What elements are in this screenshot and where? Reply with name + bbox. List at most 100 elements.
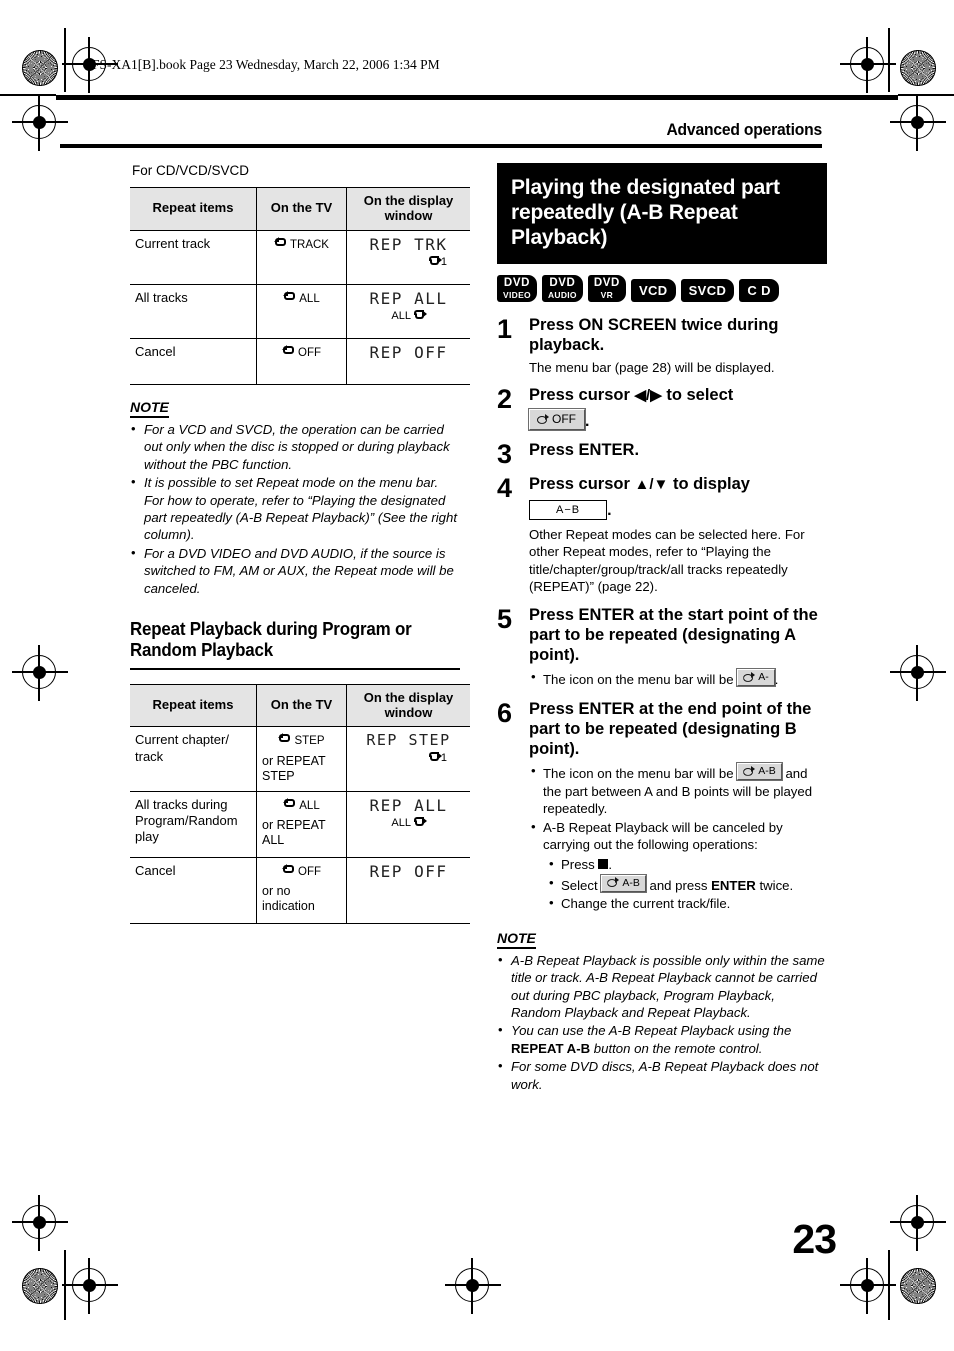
step-4: 4 Press cursor ▲/▼ to display A−B. Other… bbox=[497, 474, 827, 595]
note-item: For some DVD discs, A-B Repeat Playback … bbox=[497, 1057, 827, 1093]
lcd-line-1: REP OFF bbox=[369, 342, 448, 362]
step-3: 3 Press ENTER. bbox=[497, 440, 827, 468]
repeat-loop-icon bbox=[536, 413, 549, 425]
badge-vcd: VCD bbox=[630, 279, 676, 303]
registration-mark-bottom-right bbox=[840, 1258, 896, 1314]
lcd-line-1: REP STEP bbox=[366, 731, 451, 750]
cd-table-caption: For CD/VCD/SVCD bbox=[132, 163, 250, 178]
moire-target-top-left bbox=[22, 50, 58, 86]
step-body: Press ENTER at the start point of the pa… bbox=[529, 605, 827, 690]
cell-display-window: REP STEP 1 bbox=[346, 726, 470, 792]
trim-mark-top-left-h bbox=[0, 94, 56, 96]
step-body: Press cursor ▲/▼ to display A−B. Other R… bbox=[529, 474, 827, 595]
note-item: A-B Repeat Playback is possible only wit… bbox=[497, 951, 827, 1022]
badge-dvd-audio: DVD AUDIO bbox=[541, 275, 583, 303]
menu-chip-ab-select[interactable]: A-B bbox=[600, 873, 647, 893]
tv-sub-label: or no indication bbox=[262, 884, 315, 914]
cell-display-window: REP TRK 1 bbox=[346, 229, 470, 285]
cell-display-window: REP OFF bbox=[346, 337, 470, 385]
header-rule bbox=[60, 144, 822, 148]
mini-repeat-icon bbox=[413, 310, 427, 321]
bullet-item: A-B Repeat Playback will be canceled by … bbox=[529, 818, 827, 854]
col-header-on-the-tv: On the TV bbox=[256, 187, 347, 231]
col-header-on-the-tv: On the TV bbox=[256, 683, 347, 728]
step-title: Press ON SCREEN twice during playback. bbox=[529, 316, 779, 355]
trim-mark-left-bottom bbox=[64, 1250, 66, 1320]
menu-chip-ab-point[interactable]: A-B bbox=[736, 762, 783, 782]
step-chip-row: A−B. bbox=[529, 499, 827, 520]
registration-mark-bottom-center bbox=[445, 1258, 501, 1314]
bullet-item: The icon on the menu bar will be A-B and… bbox=[529, 762, 827, 818]
page-number: 23 bbox=[792, 1216, 837, 1262]
menu-chip-a-b[interactable]: A−B bbox=[529, 499, 608, 520]
cell-on-the-tv: TRACK bbox=[256, 229, 347, 285]
step-5: 5 Press ENTER at the start point of the … bbox=[497, 605, 827, 690]
repeat-loop-icon bbox=[282, 344, 297, 357]
repeat-loop-icon bbox=[742, 671, 756, 683]
step-number: 5 bbox=[497, 603, 513, 634]
tv-label: ALL bbox=[299, 292, 320, 305]
right-column: Playing the designated part repeatedly (… bbox=[497, 163, 827, 1094]
lcd-line-2: ALL bbox=[352, 310, 465, 324]
badge-svcd: SVCD bbox=[680, 279, 735, 303]
badge-cd: C D bbox=[739, 279, 779, 303]
cell-repeat-item: All tracks bbox=[130, 283, 257, 339]
step-number: 4 bbox=[497, 473, 513, 504]
registration-mark-right-upper bbox=[890, 95, 946, 151]
repeat-loop-icon bbox=[283, 797, 298, 810]
cursor-left-right-arrows: ◀/▶ bbox=[634, 387, 662, 405]
cell-repeat-item: Current chapter/ track bbox=[130, 726, 257, 792]
table-header-row: Repeat items On the TV On the display wi… bbox=[130, 683, 470, 728]
moire-target-top-right bbox=[900, 50, 936, 86]
note-title: NOTE bbox=[497, 930, 536, 949]
step-number: 6 bbox=[497, 697, 513, 728]
note-block-left: NOTE For a VCD and SVCD, the operation c… bbox=[130, 399, 460, 597]
tv-label: TRACK bbox=[290, 238, 329, 251]
left-column: For CD/VCD/SVCD Repeat items On the TV O… bbox=[130, 163, 470, 924]
trim-mark-top-right-h bbox=[898, 94, 954, 96]
cell-on-the-tv: STEP or REPEAT STEP bbox=[256, 726, 347, 792]
trim-mark-right-top bbox=[888, 28, 890, 92]
step-body: Press ON SCREEN twice during playback. T… bbox=[529, 315, 827, 376]
table-row: Current track TRACK REP TRK 1 bbox=[130, 229, 470, 285]
repeat-loop-icon bbox=[282, 863, 297, 876]
table-row: All tracks during Program/Random play AL… bbox=[130, 790, 470, 858]
repeat-loop-icon bbox=[278, 733, 293, 745]
chip-suffix: . bbox=[585, 413, 590, 431]
cell-display-window: REP OFF bbox=[346, 856, 470, 924]
step-title: Press ENTER at the start point of the pa… bbox=[529, 605, 818, 665]
mini-repeat-icon bbox=[413, 817, 427, 828]
registration-mark-left-mid bbox=[12, 645, 68, 701]
cell-display-window: REP ALL ALL bbox=[346, 283, 470, 339]
page-top-rule bbox=[56, 95, 898, 100]
sub-bullet-select-ab: Select A-B and press ENTER twice. bbox=[547, 873, 827, 895]
step-number: 3 bbox=[497, 439, 513, 470]
step-title: Press cursor ▲/▼ to display bbox=[529, 475, 750, 494]
section-title-banner: Playing the designated part repeatedly (… bbox=[497, 163, 827, 265]
cell-display-window: REP ALL ALL bbox=[346, 790, 470, 858]
step-body: Press ENTER at the end point of the part… bbox=[529, 699, 827, 914]
step-6: 6 Press ENTER at the end point of the pa… bbox=[497, 699, 827, 914]
page-title: Advanced operations bbox=[666, 120, 822, 139]
table-row: Cancel OFF or no indication REP OFF bbox=[130, 856, 470, 924]
col-header-repeat-items: Repeat items bbox=[130, 683, 257, 728]
cell-on-the-tv: OFF bbox=[256, 337, 347, 385]
step-1: 1 Press ON SCREEN twice during playback.… bbox=[497, 315, 827, 376]
menu-chip-a-point[interactable]: A- bbox=[736, 668, 776, 688]
menu-chip-repeat-off[interactable]: OFF bbox=[528, 408, 586, 432]
tv-label: OFF bbox=[298, 346, 321, 359]
table-header-row: Repeat items On the TV On the display wi… bbox=[130, 187, 470, 231]
step-number: 1 bbox=[497, 314, 513, 345]
lcd-line-1: REP TRK bbox=[369, 234, 448, 254]
moire-target-bottom-left bbox=[22, 1268, 58, 1304]
tv-label: ALL bbox=[299, 799, 320, 812]
registration-mark-top-right bbox=[840, 37, 896, 93]
tv-sub-label: or REPEAT ALL bbox=[262, 818, 326, 848]
registration-mark-right-lower bbox=[890, 1195, 946, 1251]
badge-dvd-video: DVD VIDEO bbox=[497, 275, 537, 303]
mini-repeat-icon bbox=[428, 256, 442, 267]
registration-mark-left-upper bbox=[12, 95, 68, 151]
repeat-loop-icon bbox=[283, 290, 298, 303]
print-header-text: FS-XA1[B].book Page 23 Wednesday, March … bbox=[92, 57, 440, 72]
chip-suffix: . bbox=[607, 501, 612, 519]
